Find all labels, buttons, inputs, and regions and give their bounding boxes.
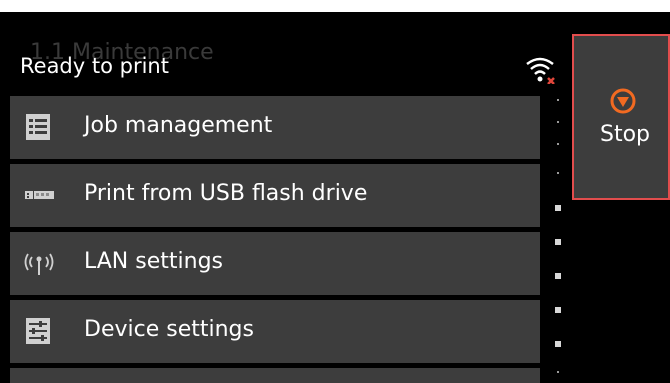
page-dot-active [555, 273, 561, 279]
menu-item-lan-settings[interactable]: LAN settings [10, 232, 540, 295]
menu-item-label: Job management [84, 113, 273, 138]
page-indicator [555, 97, 561, 383]
page-dot [557, 143, 559, 145]
printer-screen: 1.1 Maintenance Ready to print Job manag… [0, 12, 670, 383]
status-bar: 1.1 Maintenance Ready to print [10, 40, 550, 94]
main-menu: Job management Print from USB flash driv… [10, 96, 540, 383]
sliders-icon [26, 318, 50, 344]
stop-label: Stop [600, 122, 651, 147]
wifi-disconnected-icon [526, 57, 555, 84]
menu-item-partial[interactable] [10, 368, 540, 383]
page-dot-active [555, 239, 561, 245]
page-dot-active [555, 341, 561, 347]
menu-item-job-management[interactable]: Job management [10, 96, 540, 159]
menu-item-label: LAN settings [84, 249, 223, 274]
menu-item-label: Device settings [84, 317, 254, 342]
stop-button[interactable]: Stop [572, 34, 670, 200]
list-icon [26, 114, 50, 140]
page-dot-active [555, 307, 561, 313]
page-dot-active [555, 205, 561, 211]
page-dot [557, 121, 559, 123]
page-dot [557, 172, 559, 174]
stop-icon [610, 88, 636, 114]
status-text: Ready to print [20, 54, 169, 78]
page-dot [557, 371, 559, 373]
menu-item-device-settings[interactable]: Device settings [10, 300, 540, 363]
menu-item-label: Print from USB flash drive [84, 181, 368, 206]
antenna-icon [24, 253, 54, 275]
menu-item-print-from-usb[interactable]: Print from USB flash drive [10, 164, 540, 227]
page-dot [557, 99, 559, 101]
usb-icon [25, 191, 54, 199]
